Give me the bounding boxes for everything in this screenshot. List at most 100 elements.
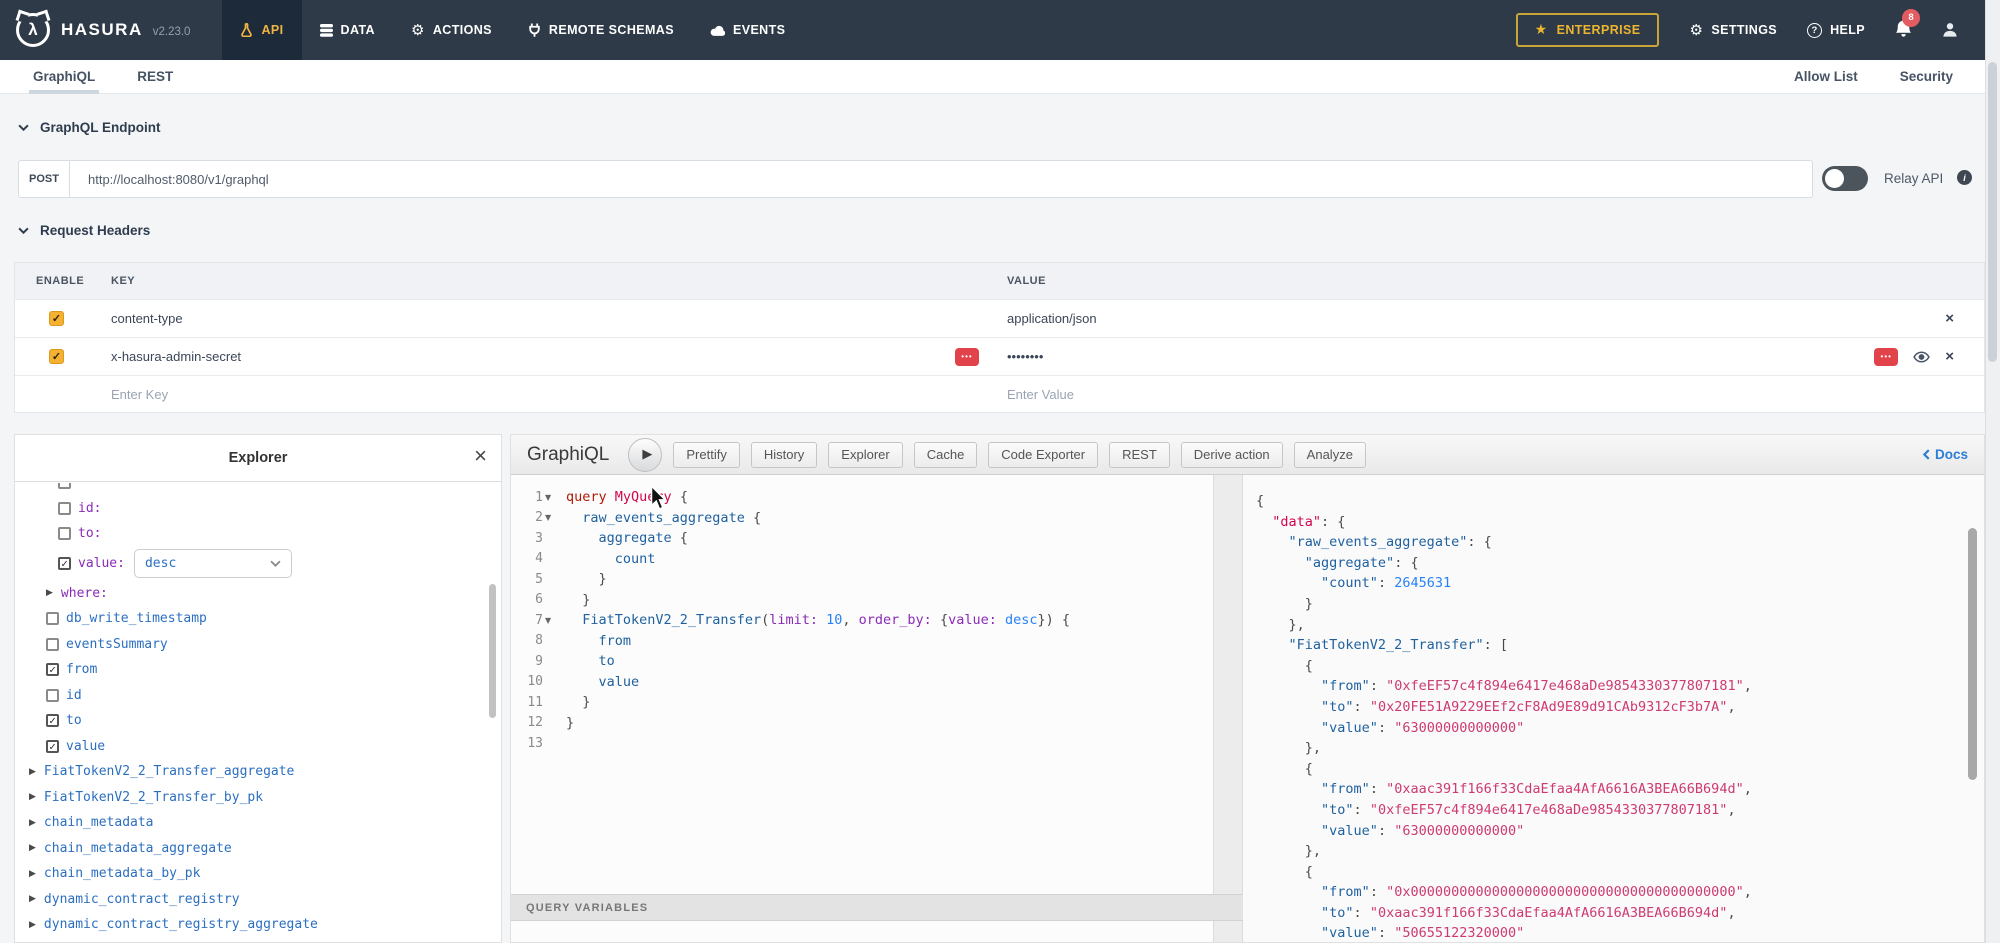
explorer-scrollbar[interactable]: [489, 584, 496, 718]
tree-checkbox[interactable]: [58, 527, 71, 540]
tree-arg-label[interactable]: id:: [78, 501, 101, 516]
notifications-button[interactable]: 8: [1895, 19, 1912, 42]
tree-checkbox[interactable]: [58, 502, 71, 515]
tree-root-label[interactable]: FiatTokenV2_2_Transfer_by_pk: [44, 790, 263, 805]
endpoint-section-header[interactable]: GraphQL Endpoint: [18, 120, 161, 135]
caret-right-icon[interactable]: ▶: [29, 767, 36, 777]
close-icon[interactable]: ×: [474, 443, 487, 469]
docs-link[interactable]: Docs: [1922, 447, 1968, 462]
history-button[interactable]: History: [751, 442, 817, 468]
header-value[interactable]: ••••••••: [1007, 349, 1043, 364]
execute-query-button[interactable]: ▶: [628, 438, 662, 472]
analyze-button[interactable]: Analyze: [1294, 442, 1366, 468]
tab-rest[interactable]: REST: [137, 60, 173, 94]
cache-button[interactable]: Cache: [914, 442, 978, 468]
query-editor[interactable]: 1▼2▼34567▼8910111213 query MyQuery { raw…: [511, 475, 1213, 942]
explorer-item-chain_metadata[interactable]: ▶ chain_metadata: [15, 810, 501, 836]
caret-right-icon[interactable]: ▶: [29, 920, 36, 930]
tree-field-label[interactable]: db_write_timestamp: [66, 611, 207, 626]
tree-field-label[interactable]: to: [66, 713, 82, 728]
tab-security[interactable]: Security: [1900, 60, 1953, 94]
explorer-item-id[interactable]: id: [15, 683, 501, 709]
tab-graphiql[interactable]: GraphiQL: [33, 60, 95, 94]
value-input[interactable]: Enter Value: [1007, 387, 1074, 402]
window-scrollbar[interactable]: [1985, 0, 2000, 943]
tree-checkbox[interactable]: ✓: [58, 557, 71, 570]
info-icon[interactable]: i: [1957, 170, 1972, 185]
caret-right-icon[interactable]: ▶: [46, 588, 53, 598]
caret-right-icon[interactable]: ▶: [29, 843, 36, 853]
explorer-item-eventsSummary[interactable]: eventsSummary: [15, 632, 501, 658]
tab-allow-list[interactable]: Allow List: [1794, 60, 1858, 94]
enterprise-button[interactable]: ★ ENTERPRISE: [1516, 13, 1660, 47]
endpoint-url-input[interactable]: http://localhost:8080/v1/graphql: [70, 160, 1813, 198]
secret-badge-icon[interactable]: •••: [955, 348, 979, 366]
explorer-item-db_write_timestamp[interactable]: db_write_timestamp: [15, 606, 501, 632]
tree-checkbox[interactable]: [46, 638, 59, 651]
header-enable-checkbox[interactable]: ✓: [49, 349, 64, 364]
explorer-item-FiatTokenV2_2_Transfer_aggregate[interactable]: ▶ FiatTokenV2_2_Transfer_aggregate: [15, 759, 501, 785]
explorer-item-value[interactable]: ✓ value: [15, 734, 501, 760]
help-button[interactable]: ? HELP: [1807, 23, 1865, 38]
header-enable-checkbox[interactable]: ✓: [49, 311, 64, 326]
secret-badge-icon[interactable]: •••: [1874, 348, 1898, 366]
explorer-item-where[interactable]: ▶ where:: [15, 581, 501, 607]
explorer-item-to[interactable]: to:: [15, 521, 501, 547]
tree-root-label[interactable]: dynamic_contract_registry_aggregate: [44, 917, 318, 932]
header-key[interactable]: content-type: [111, 311, 183, 326]
tree-field-label[interactable]: value: [66, 739, 105, 754]
explorer-item-dynamic_contract_registry_by_pk[interactable]: ▶dynamic_contract_registry_by_pk: [15, 938, 501, 943]
nav-item-actions[interactable]: ⚙ACTIONS: [393, 0, 510, 60]
tree-checkbox[interactable]: ✓: [46, 663, 59, 676]
explorer-item-value[interactable]: ✓value:desc: [15, 547, 501, 581]
tree-field-label[interactable]: from: [66, 662, 97, 677]
tree-root-label[interactable]: FiatTokenV2_2_Transfer_aggregate: [44, 764, 294, 779]
tree-checkbox[interactable]: ✓: [46, 714, 59, 727]
eye-icon[interactable]: [1913, 351, 1930, 363]
tree-root-label[interactable]: chain_metadata_by_pk: [44, 866, 201, 881]
derive-action-button[interactable]: Derive action: [1181, 442, 1283, 468]
nav-item-api[interactable]: API: [222, 0, 301, 60]
explorer-item-chain_metadata_by_pk[interactable]: ▶chain_metadata_by_pk: [15, 861, 501, 887]
explorer-item-dynamic_contract_registry[interactable]: ▶ dynamic_contract_registry: [15, 887, 501, 913]
tree-field-label[interactable]: eventsSummary: [66, 637, 168, 652]
explorer-item-id[interactable]: id:: [15, 496, 501, 522]
user-menu-button[interactable]: [1942, 22, 1958, 38]
order-direction-select[interactable]: desc: [134, 549, 292, 578]
editor-code[interactable]: query MyQuery { raw_events_aggregate { a…: [557, 487, 1213, 942]
tree-root-label[interactable]: dynamic_contract_registry: [44, 892, 240, 907]
caret-right-icon[interactable]: ▶: [29, 818, 36, 828]
remove-header-icon[interactable]: ×: [1945, 311, 1954, 326]
results-scrollbar[interactable]: [1968, 528, 1977, 780]
pane-divider[interactable]: [1213, 475, 1243, 942]
hasura-brand[interactable]: λ HASURA v2.23.0: [0, 13, 190, 47]
explorer-button[interactable]: Explorer: [828, 442, 902, 468]
prettify-button[interactable]: Prettify: [673, 442, 739, 468]
nav-item-data[interactable]: DATA: [302, 0, 393, 60]
tree-root-label[interactable]: chain_metadata_aggregate: [44, 841, 232, 856]
explorer-item-dynamic_contract_registry_aggregate[interactable]: ▶ dynamic_contract_registry_aggregate: [15, 912, 501, 938]
tree-field-label[interactable]: id: [66, 688, 82, 703]
relay-api-toggle[interactable]: [1822, 166, 1868, 191]
tree-root-label[interactable]: chain_metadata: [44, 815, 154, 830]
headers-section-header[interactable]: Request Headers: [18, 223, 150, 238]
tree-checkbox[interactable]: [46, 612, 59, 625]
explorer-item-FiatTokenV2_2_Transfer_by_pk[interactable]: ▶FiatTokenV2_2_Transfer_by_pk: [15, 785, 501, 811]
nav-item-events[interactable]: EVENTS: [692, 0, 803, 60]
tree-arg-label[interactable]: to:: [78, 526, 101, 541]
settings-button[interactable]: ⚙ SETTINGS: [1689, 21, 1777, 39]
explorer-item-from[interactable]: ✓ from: [15, 657, 501, 683]
explorer-item-chain_metadata_aggregate[interactable]: ▶ chain_metadata_aggregate: [15, 836, 501, 862]
caret-right-icon[interactable]: ▶: [29, 894, 36, 904]
code-exporter-button[interactable]: Code Exporter: [988, 442, 1098, 468]
query-variables-bar[interactable]: QUERY VARIABLES: [511, 894, 1243, 921]
tree-checkbox[interactable]: [46, 689, 59, 702]
rest-button[interactable]: REST: [1109, 442, 1170, 468]
remove-header-icon[interactable]: ×: [1945, 349, 1954, 364]
nav-item-remote-schemas[interactable]: REMOTE SCHEMAS: [510, 0, 692, 60]
tree-checkbox[interactable]: [58, 483, 71, 489]
explorer-item-to[interactable]: ✓ to: [15, 708, 501, 734]
explorer-item[interactable]: [15, 483, 501, 496]
tree-arg-label[interactable]: where:: [61, 586, 108, 601]
tree-checkbox[interactable]: ✓: [46, 740, 59, 753]
